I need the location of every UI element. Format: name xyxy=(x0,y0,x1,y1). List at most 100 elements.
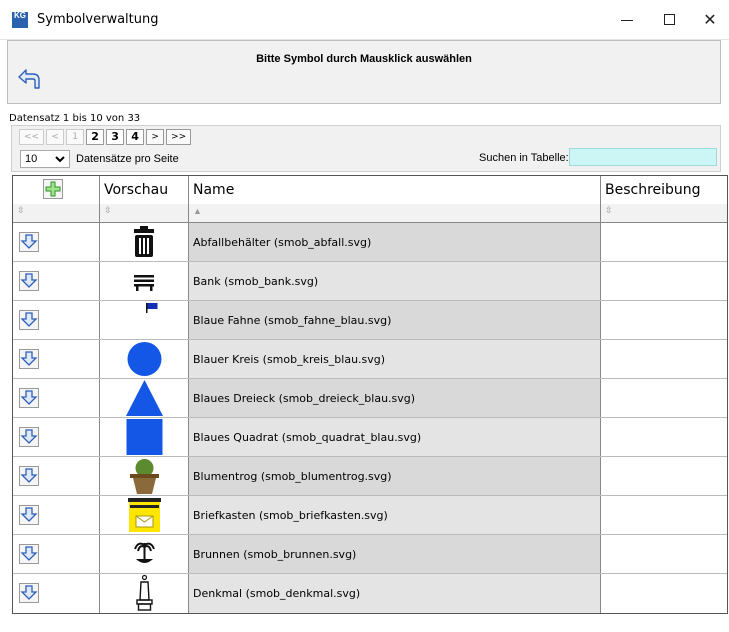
symbol-name: Blaues Quadrat (smob_quadrat_blau.svg) xyxy=(193,431,422,444)
column-header-description[interactable]: Beschreibung ⇳ xyxy=(601,176,727,222)
blue-flag-icon xyxy=(146,303,158,313)
next-page-button[interactable]: > xyxy=(146,129,165,145)
arrow-down-icon xyxy=(20,351,38,366)
select-down-button[interactable] xyxy=(19,271,39,291)
column-label-name: Name xyxy=(193,182,235,198)
description-cell xyxy=(601,496,727,534)
description-cell xyxy=(601,535,727,573)
search-label: Suchen in Tabelle: xyxy=(479,152,569,164)
preview-cell xyxy=(100,418,189,456)
sort-icon[interactable]: ⇳ xyxy=(605,205,613,216)
maximize-button[interactable] xyxy=(650,6,690,34)
select-down-button[interactable] xyxy=(19,388,39,408)
first-page-button[interactable]: << xyxy=(19,129,45,145)
fountain-icon xyxy=(134,542,155,563)
select-down-button[interactable] xyxy=(19,466,39,486)
instruction-text: Bitte Symbol durch Mausklick auswählen xyxy=(256,53,472,65)
close-button[interactable]: ✕ xyxy=(690,6,729,34)
table-row[interactable]: Bank (smob_bank.svg) xyxy=(13,262,727,301)
arrow-down-icon xyxy=(20,429,38,444)
title-bar: KG Symbolverwaltung ✕ xyxy=(0,0,729,40)
page-3-button[interactable]: 3 xyxy=(106,129,125,145)
chevron-down-icon xyxy=(55,156,65,163)
search-input[interactable] xyxy=(569,148,717,166)
arrow-down-icon xyxy=(20,273,38,288)
preview-cell xyxy=(100,340,189,378)
table-row[interactable]: Brunnen (smob_brunnen.svg) xyxy=(13,535,727,574)
planter-icon xyxy=(130,459,159,494)
preview-cell xyxy=(100,379,189,417)
select-down-button[interactable] xyxy=(19,232,39,252)
arrow-down-icon xyxy=(20,234,38,249)
symbol-name: Briefkasten (smob_briefkasten.svg) xyxy=(193,509,388,522)
blue-circle-icon xyxy=(127,342,162,376)
symbol-name: Bank (smob_bank.svg) xyxy=(193,275,319,288)
select-down-button[interactable] xyxy=(19,349,39,369)
table-row[interactable]: Blaue Fahne (smob_fahne_blau.svg) xyxy=(13,301,727,340)
description-cell xyxy=(601,301,727,339)
minimize-button[interactable] xyxy=(607,6,647,34)
select-down-button[interactable] xyxy=(19,310,39,330)
back-arrow-icon xyxy=(18,69,40,89)
symbol-name: Denkmal (smob_denkmal.svg) xyxy=(193,587,361,600)
column-label-description: Beschreibung xyxy=(605,182,701,198)
table-row[interactable]: Briefkasten (smob_briefkasten.svg) xyxy=(13,496,727,535)
table-row[interactable]: Denkmal (smob_denkmal.svg) xyxy=(13,574,727,613)
column-label-preview: Vorschau xyxy=(104,182,169,198)
trash-can-icon xyxy=(134,226,154,257)
symbol-name: Brunnen (smob_brunnen.svg) xyxy=(193,548,357,561)
symbol-name: Blaue Fahne (smob_fahne_blau.svg) xyxy=(193,314,392,327)
add-symbol-button[interactable] xyxy=(43,179,63,199)
pagination: << < 1 2 3 4 > >> xyxy=(19,129,193,145)
app-logo-icon: KG xyxy=(12,12,28,28)
sort-icon[interactable]: ⇳ xyxy=(17,205,25,216)
maximize-icon xyxy=(664,14,675,25)
preview-cell xyxy=(100,262,189,300)
table-row[interactable]: Blauer Kreis (smob_kreis_blau.svg) xyxy=(13,340,727,379)
symbol-name: Blaues Dreieck (smob_dreieck_blau.svg) xyxy=(193,392,416,405)
prev-page-button[interactable]: < xyxy=(46,129,65,145)
minimize-icon xyxy=(621,20,633,21)
preview-cell xyxy=(100,301,189,339)
sort-ascending-icon[interactable]: ▲ xyxy=(193,206,202,216)
sort-icon[interactable]: ⇳ xyxy=(104,205,112,216)
page-2-button[interactable]: 2 xyxy=(86,129,105,145)
arrow-down-icon xyxy=(20,312,38,327)
window-title: Symbolverwaltung xyxy=(37,12,159,27)
symbol-name: Abfallbehälter (smob_abfall.svg) xyxy=(193,236,372,249)
per-page-label: Datensätze pro Seite xyxy=(76,153,179,165)
column-header-actions: ⇳ xyxy=(13,176,100,222)
page-1-button[interactable]: 1 xyxy=(66,129,85,145)
column-header-preview[interactable]: Vorschau ⇳ xyxy=(100,176,189,222)
table-row[interactable]: Abfallbehälter (smob_abfall.svg) xyxy=(13,223,727,262)
select-down-button[interactable] xyxy=(19,583,39,603)
table-row[interactable]: Blaues Quadrat (smob_quadrat_blau.svg) xyxy=(13,418,727,457)
preview-cell xyxy=(100,574,189,613)
header-panel: Bitte Symbol durch Mausklick auswählen xyxy=(7,40,721,104)
symbol-name: Blauer Kreis (smob_kreis_blau.svg) xyxy=(193,353,386,366)
column-header-name[interactable]: Name ▲ xyxy=(189,176,601,222)
symbol-name: Blumentrog (smob_blumentrog.svg) xyxy=(193,470,392,483)
blue-triangle-icon xyxy=(126,380,163,416)
monument-icon xyxy=(136,574,153,611)
select-down-button[interactable] xyxy=(19,427,39,447)
last-page-button[interactable]: >> xyxy=(166,129,192,145)
plus-icon xyxy=(45,181,61,197)
blue-square-icon xyxy=(126,419,163,455)
table-header: ⇳ Vorschau ⇳ Name ▲ Beschreibung ⇳ xyxy=(13,176,727,223)
mailbox-icon xyxy=(128,498,161,532)
description-cell xyxy=(601,457,727,495)
table-row[interactable]: Blumentrog (smob_blumentrog.svg) xyxy=(13,457,727,496)
table-row[interactable]: Blaues Dreieck (smob_dreieck_blau.svg) xyxy=(13,379,727,418)
arrow-down-icon xyxy=(20,468,38,483)
select-down-button[interactable] xyxy=(19,544,39,564)
symbol-table: ⇳ Vorschau ⇳ Name ▲ Beschreibung ⇳ Abfal… xyxy=(12,175,728,614)
back-button[interactable] xyxy=(16,67,42,93)
preview-cell xyxy=(100,223,189,261)
page-4-button[interactable]: 4 xyxy=(126,129,145,145)
description-cell xyxy=(601,574,727,613)
per-page-select[interactable]: 10 xyxy=(20,150,70,168)
preview-cell xyxy=(100,457,189,495)
record-info: Datensatz 1 bis 10 von 33 xyxy=(9,113,141,124)
select-down-button[interactable] xyxy=(19,505,39,525)
